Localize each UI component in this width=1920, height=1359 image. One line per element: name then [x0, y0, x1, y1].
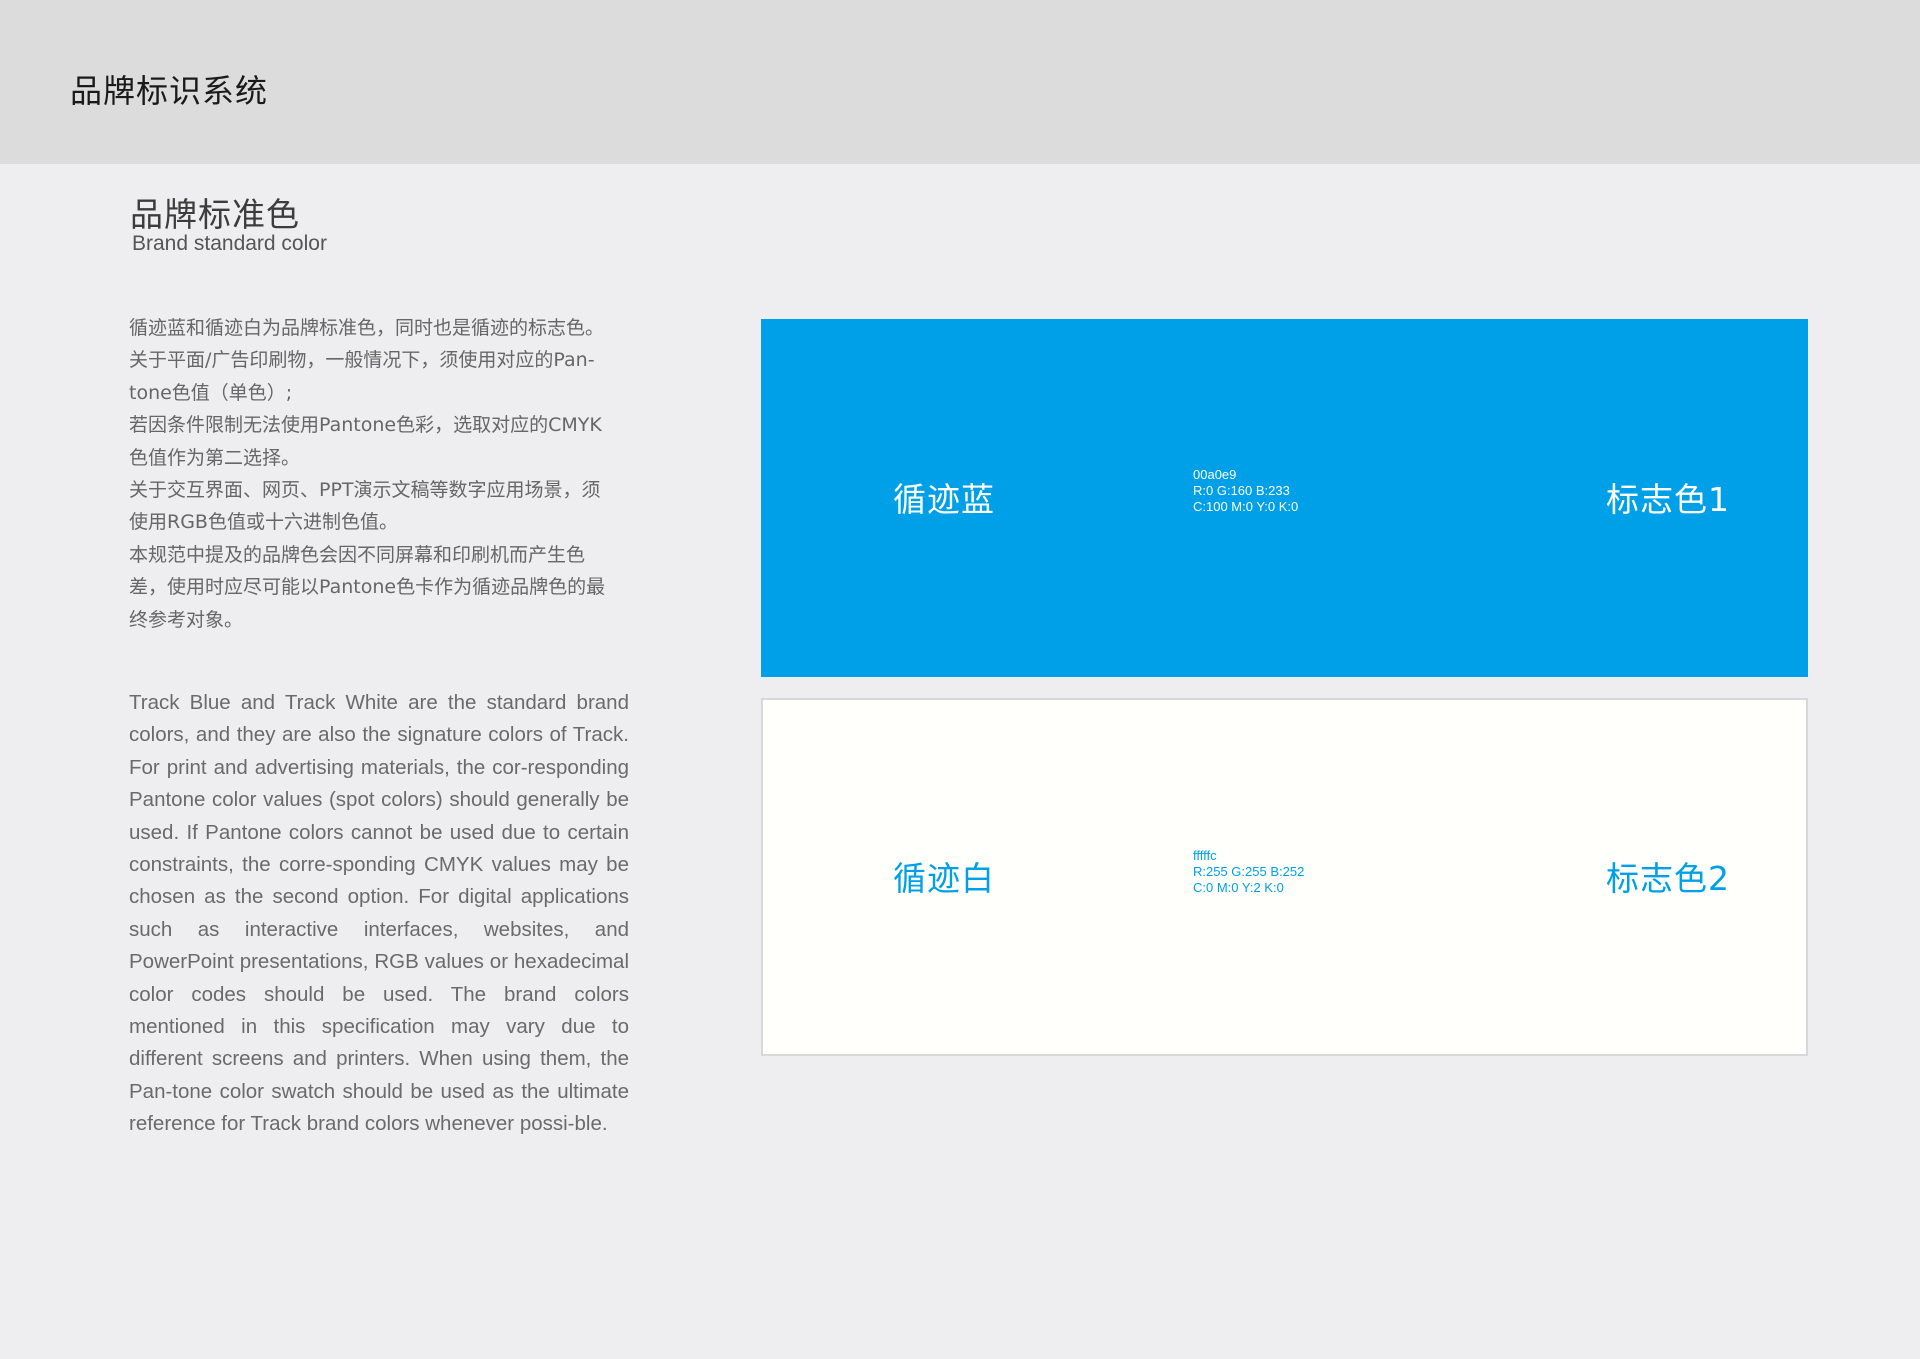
swatch-label: 标志色1 — [1606, 480, 1730, 519]
description-line: 循迹蓝和循迹白为品牌标准色，同时也是循迹的标志色。 — [129, 317, 605, 339]
swatch-values: 00a0e9 R:0 G:160 B:233 C:100 M:0 Y:0 K:0 — [1193, 467, 1298, 515]
description-line: 关于平面/广告印刷物，一般情况下，须使用对应的Pan- — [129, 349, 595, 372]
description-line: 本规范中提及的品牌色会因不同屏幕和印刷机而产生色 — [129, 543, 586, 566]
section-subtitle: Brand standard color — [132, 232, 327, 255]
page-title: 品牌标识系统 — [70, 72, 269, 110]
color-swatch-track-blue: 循迹蓝 00a0e9 R:0 G:160 B:233 C:100 M:0 Y:0… — [761, 319, 1808, 677]
swatch-cmyk: C:0 M:0 Y:2 K:0 — [1193, 880, 1284, 895]
swatch-values: fffffc R:255 G:255 B:252 C:0 M:0 Y:2 K:0 — [1193, 848, 1304, 896]
swatch-name: 循迹白 — [893, 859, 995, 898]
swatch-label: 标志色2 — [1606, 859, 1730, 898]
swatch-cmyk: C:100 M:0 Y:0 K:0 — [1193, 499, 1299, 514]
header-bar: 品牌标识系统 — [0, 0, 1920, 164]
color-swatch-track-white: 循迹白 fffffc R:255 G:255 B:252 C:0 M:0 Y:2… — [761, 698, 1808, 1056]
description-line: 使用RGB色值或十六进制色值。 — [129, 511, 398, 534]
description-english: Track Blue and Track White are the stand… — [129, 691, 629, 1136]
description-line: 关于交互界面、网页、PPT演示文稿等数字应用场景，须 — [129, 479, 601, 502]
swatch-rgb: R:0 G:160 B:233 — [1193, 483, 1290, 498]
swatch-hex: fffffc — [1193, 848, 1217, 863]
description-line: 差，使用时应尽可能以Pantone色卡作为循迹品牌色的最 — [129, 576, 606, 599]
description-line: 终参考对象。 — [129, 608, 244, 631]
description-line: 色值作为第二选择。 — [129, 446, 301, 469]
description-line: tone色值（单色）; — [129, 381, 293, 404]
swatch-hex: 00a0e9 — [1193, 467, 1237, 482]
description-chinese: 循迹蓝和循迹白为品牌标准色，同时也是循迹的标志色。 关于平面/广告印刷物，一般情… — [129, 312, 629, 636]
description-line: 若因条件限制无法使用Pantone色彩，选取对应的CMYK — [129, 414, 602, 437]
swatch-rgb: R:255 G:255 B:252 — [1193, 864, 1305, 879]
section-title: 品牌标准色 — [130, 195, 300, 234]
swatch-name: 循迹蓝 — [893, 480, 995, 519]
